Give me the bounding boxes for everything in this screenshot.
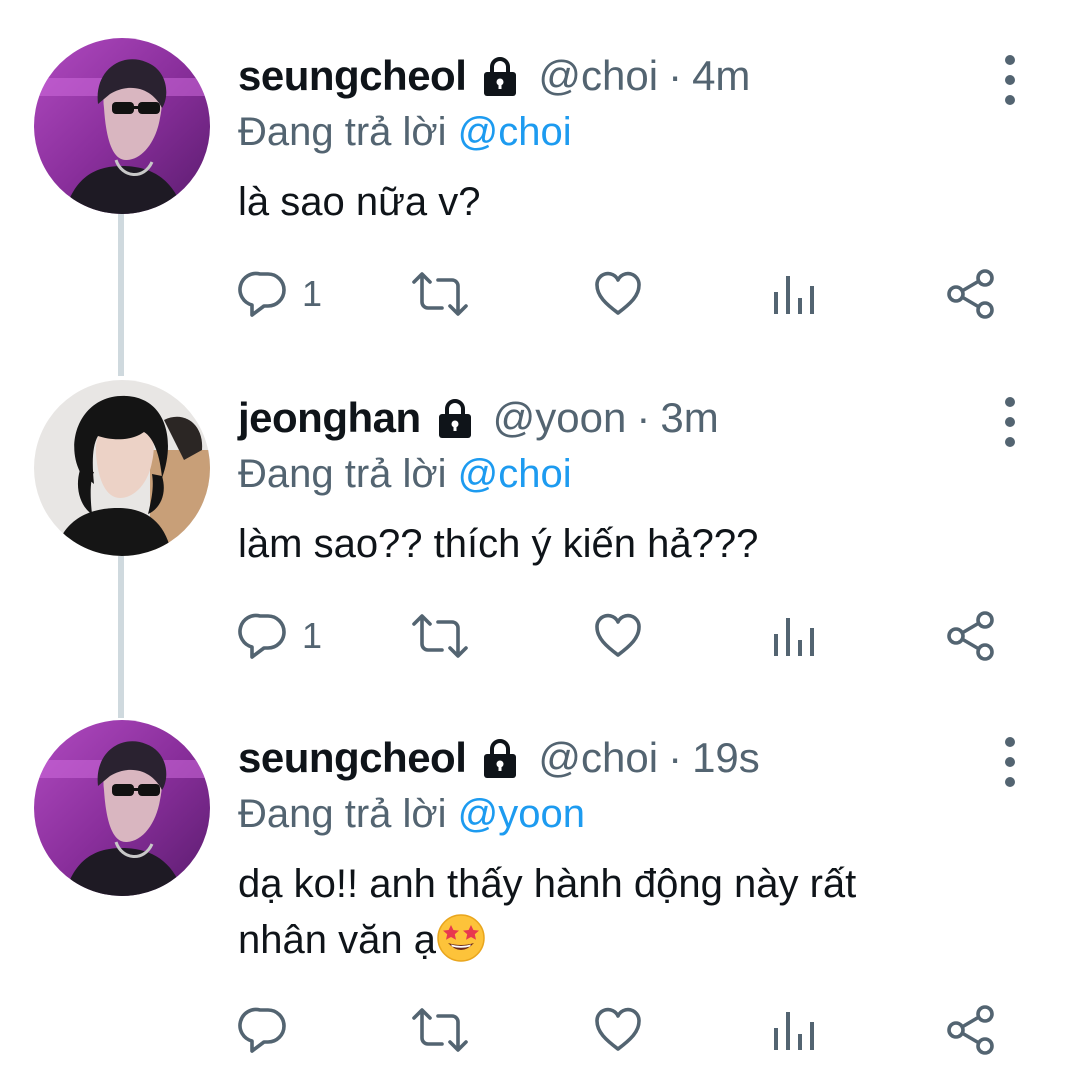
- more-icon: [1005, 55, 1015, 105]
- retweet-button[interactable]: [410, 1000, 470, 1060]
- tweet-header: seungcheol @choi · 19s: [238, 730, 760, 786]
- tweet-text-line: nhân văn ạ: [238, 912, 998, 968]
- more-icon: [1005, 397, 1015, 447]
- reply-button[interactable]: 1: [238, 606, 322, 666]
- separator-dot: ·: [668, 52, 683, 99]
- action-bar: 1: [238, 606, 1018, 666]
- analytics-button[interactable]: [770, 606, 818, 666]
- share-icon: [947, 1005, 994, 1055]
- retweet-icon: [412, 272, 468, 316]
- more-options-button[interactable]: [992, 732, 1028, 792]
- display-name[interactable]: seungcheol: [238, 734, 467, 782]
- tweet-text-line: dạ ko!! anh thấy hành động này rất: [238, 862, 857, 906]
- replying-to-label: Đang trả lời: [238, 110, 447, 154]
- lock-icon: [433, 396, 477, 440]
- like-button[interactable]: [592, 606, 644, 666]
- like-icon: [595, 1007, 641, 1051]
- separator-dot: ·: [636, 394, 651, 441]
- action-bar: 1: [238, 264, 1018, 324]
- handle[interactable]: @yoon: [493, 394, 627, 442]
- avatar-jeonghan[interactable]: [34, 380, 210, 556]
- reply-icon: [238, 1007, 286, 1053]
- retweet-icon: [412, 614, 468, 658]
- reply-icon: [238, 271, 286, 317]
- retweet-button[interactable]: [410, 606, 470, 666]
- reply-button[interactable]: [238, 1000, 302, 1060]
- tweet-text-segment: nhân văn ạ: [238, 918, 436, 962]
- display-name[interactable]: jeonghan: [238, 394, 421, 442]
- timestamp[interactable]: 3m: [660, 394, 718, 442]
- more-options-button[interactable]: [992, 392, 1028, 452]
- replying-to-mention[interactable]: @yoon: [458, 792, 585, 836]
- replying-to-label: Đang trả lời: [238, 452, 447, 496]
- separator-dot: ·: [668, 734, 683, 781]
- timestamp[interactable]: 4m: [692, 52, 750, 100]
- analytics-icon: [774, 618, 814, 656]
- analytics-icon: [774, 1012, 814, 1050]
- like-button[interactable]: [592, 264, 644, 324]
- reply-count: 1: [302, 273, 323, 314]
- tweet[interactable]: jeonghan @yoon · 3m Đang trả lời @choi l…: [0, 380, 1080, 680]
- analytics-button[interactable]: [770, 264, 818, 324]
- analytics-icon: [774, 276, 814, 314]
- replying-to: Đang trả lời @choi: [238, 452, 572, 497]
- reply-count: 1: [302, 615, 323, 656]
- lock-icon: [478, 54, 522, 98]
- handle[interactable]: @choi: [538, 52, 658, 100]
- analytics-button[interactable]: [770, 1000, 818, 1060]
- action-bar: [238, 1000, 1018, 1060]
- reply-icon: [238, 613, 286, 659]
- display-name[interactable]: seungcheol: [238, 52, 467, 100]
- more-options-button[interactable]: [992, 50, 1028, 110]
- tweet-header: jeonghan @yoon · 3m: [238, 390, 719, 446]
- tweet-text: là sao nữa v?: [238, 180, 481, 224]
- like-icon: [595, 271, 641, 315]
- reply-button[interactable]: 1: [238, 264, 322, 324]
- replying-to-mention[interactable]: @choi: [458, 452, 572, 496]
- handle[interactable]: @choi: [538, 734, 658, 782]
- share-button[interactable]: [944, 606, 998, 666]
- share-button[interactable]: [944, 1000, 998, 1060]
- retweet-button[interactable]: [410, 264, 470, 324]
- like-button[interactable]: [592, 1000, 644, 1060]
- avatar-seungcheol[interactable]: [34, 720, 210, 896]
- replying-to-label: Đang trả lời: [238, 792, 447, 836]
- timestamp[interactable]: 19s: [692, 734, 760, 782]
- share-icon: [947, 269, 994, 319]
- share-button[interactable]: [944, 264, 998, 324]
- tweet[interactable]: seungcheol @choi · 4m Đang trả lời @choi…: [0, 38, 1080, 338]
- more-icon: [1005, 737, 1015, 787]
- star-struck-emoji: [436, 913, 486, 963]
- replying-to: Đang trả lời @yoon: [238, 792, 585, 837]
- like-icon: [595, 613, 641, 657]
- replying-to-mention[interactable]: @choi: [458, 110, 572, 154]
- tweet-text: dạ ko!! anh thấy hành động này rất nhân …: [238, 856, 998, 968]
- share-icon: [947, 611, 994, 661]
- replying-to: Đang trả lời @choi: [238, 110, 572, 155]
- tweet-text: làm sao?? thích ý kiến hả???: [238, 522, 759, 566]
- avatar-seungcheol[interactable]: [34, 38, 210, 214]
- tweet[interactable]: seungcheol @choi · 19s Đang trả lời @yoo…: [0, 720, 1080, 1070]
- retweet-icon: [412, 1008, 468, 1052]
- tweet-header: seungcheol @choi · 4m: [238, 48, 750, 104]
- lock-icon: [478, 736, 522, 780]
